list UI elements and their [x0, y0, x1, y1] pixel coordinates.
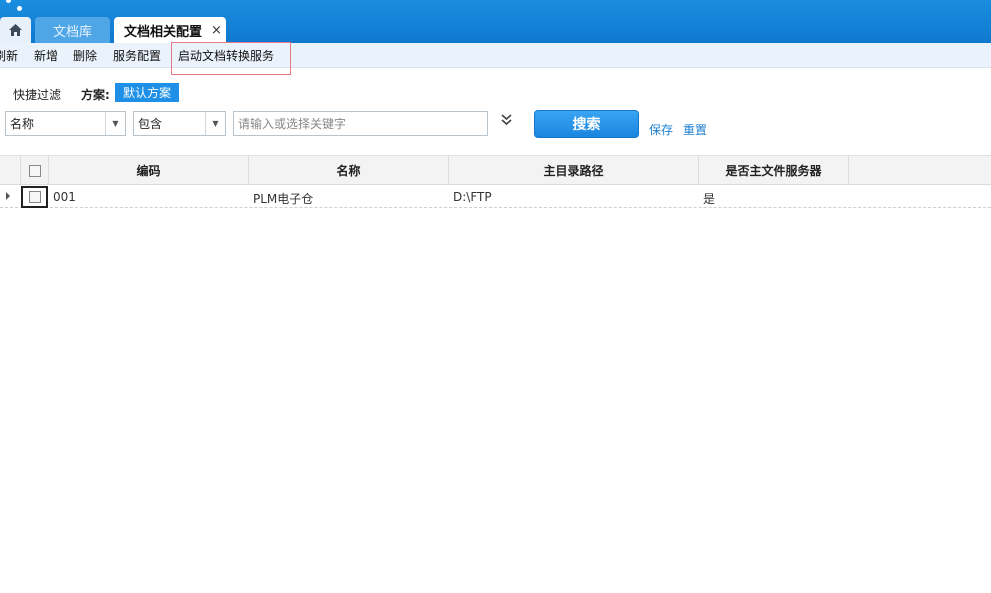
row-pointer-icon — [6, 192, 10, 200]
operator-select-value: 包含 — [138, 117, 163, 131]
column-header-is-main[interactable]: 是否主文件服务器 — [699, 156, 849, 185]
cell-name: PLM电子仓 — [253, 192, 314, 206]
toolbar: 刷新 新增 删除 服务配置 启动文档转换服务 — [0, 42, 991, 75]
keyword-input[interactable] — [233, 111, 488, 136]
operator-select[interactable]: 包含 ▼ — [133, 111, 226, 136]
home-icon — [9, 24, 22, 36]
column-header-code[interactable]: 编码 — [49, 156, 249, 185]
highlight-box — [171, 42, 291, 75]
cell-code: 001 — [53, 190, 76, 204]
save-link[interactable]: 保存 — [649, 121, 673, 138]
tab-document-config[interactable]: 文档相关配置 × — [114, 17, 226, 43]
service-config-button[interactable]: 服务配置 — [113, 47, 161, 64]
add-button[interactable]: 新增 — [34, 47, 58, 64]
field-select[interactable]: 名称 ▼ — [5, 111, 126, 136]
field-select-value: 名称 — [10, 117, 35, 131]
chevron-down-icon: ▼ — [205, 112, 225, 135]
grid-header: 编码 名称 主目录路径 是否主文件服务器 — [0, 155, 991, 185]
close-icon[interactable]: × — [211, 23, 222, 38]
tab-label: 文档相关配置 — [124, 24, 203, 40]
reset-link[interactable]: 重置 — [683, 121, 707, 138]
column-header-name[interactable]: 名称 — [249, 156, 449, 185]
row-indicator-header — [0, 156, 21, 185]
checkbox-icon — [28, 191, 41, 203]
tab-document-library[interactable]: 文档库 — [35, 17, 110, 43]
search-button[interactable]: 搜索 — [534, 110, 639, 138]
chevron-down-icon: ▼ — [105, 112, 125, 135]
checkbox-icon — [28, 164, 41, 177]
quick-filter-label: 快捷过滤 — [13, 88, 62, 102]
column-header-path[interactable]: 主目录路径 — [449, 156, 699, 185]
logo-dot — [17, 6, 22, 11]
refresh-button[interactable]: 刷新 — [0, 47, 18, 64]
cell-path: D:\FTP — [453, 190, 492, 204]
delete-button[interactable]: 删除 — [73, 47, 97, 64]
tab-home[interactable] — [0, 17, 31, 43]
top-bar: 文档库 文档相关配置 × — [0, 0, 991, 43]
logo-dot — [6, 0, 11, 3]
default-scheme-button[interactable]: 默认方案 — [115, 83, 179, 102]
table-row[interactable]: 001 PLM电子仓 D:\FTP 是 — [0, 186, 991, 208]
expand-filter-icon[interactable] — [501, 114, 512, 130]
row-checkbox[interactable] — [21, 186, 48, 208]
select-all-checkbox[interactable] — [21, 156, 49, 185]
tab-label: 文档库 — [52, 24, 92, 40]
scheme-label: 方案: — [81, 88, 110, 102]
cell-is-main: 是 — [703, 192, 716, 206]
